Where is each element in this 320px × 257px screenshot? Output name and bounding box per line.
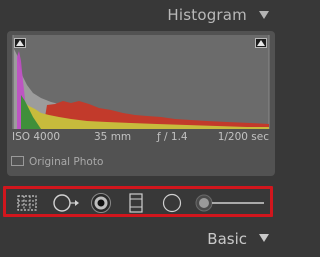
aperture-value: ƒ / 1.4 xyxy=(157,131,188,143)
radial-filter-icon xyxy=(162,193,182,213)
shutter-speed-value: 1/200 sec xyxy=(217,131,269,143)
shadow-clipping-button[interactable] xyxy=(14,38,26,48)
highlight-clipping-button[interactable] xyxy=(255,38,267,48)
graduated-filter-tool-button[interactable] xyxy=(123,192,149,214)
iso-value: ISO 4000 xyxy=(12,131,61,143)
adjustment-brush-tool-button[interactable] xyxy=(194,192,269,214)
original-photo-toggle[interactable]: Original Photo xyxy=(11,156,103,170)
basic-title: Basic xyxy=(207,230,247,248)
checkbox-icon[interactable] xyxy=(11,156,24,166)
exif-info-row: ISO 4000 35 mm ƒ / 1.4 1/200 sec xyxy=(12,131,269,145)
collapse-triangle-icon[interactable] xyxy=(259,234,269,242)
histogram-title: Histogram xyxy=(167,6,247,24)
histogram-graph xyxy=(12,35,270,129)
basic-panel-header[interactable]: Basic xyxy=(0,227,283,257)
focal-length-value: 35 mm xyxy=(94,131,132,143)
histogram-header[interactable]: Histogram xyxy=(0,0,283,30)
develop-toolstrip xyxy=(3,186,273,217)
spot-removal-tool-button[interactable] xyxy=(51,192,79,214)
red-eye-icon xyxy=(91,193,111,213)
collapse-triangle-icon[interactable] xyxy=(259,11,269,19)
radial-filter-tool-button[interactable] xyxy=(159,192,185,214)
adjustment-brush-icon xyxy=(195,194,264,212)
histogram-panel: ISO 4000 35 mm ƒ / 1.4 1/200 sec Origina… xyxy=(7,31,275,176)
graduated-filter-icon xyxy=(129,193,143,213)
crop-icon xyxy=(17,195,37,211)
crop-tool-button[interactable] xyxy=(14,192,40,214)
original-photo-label: Original Photo xyxy=(29,156,104,168)
spot-removal-icon xyxy=(53,194,79,212)
triangle-up-icon xyxy=(257,40,265,46)
triangle-up-icon xyxy=(16,40,24,46)
red-eye-tool-button[interactable] xyxy=(88,192,114,214)
